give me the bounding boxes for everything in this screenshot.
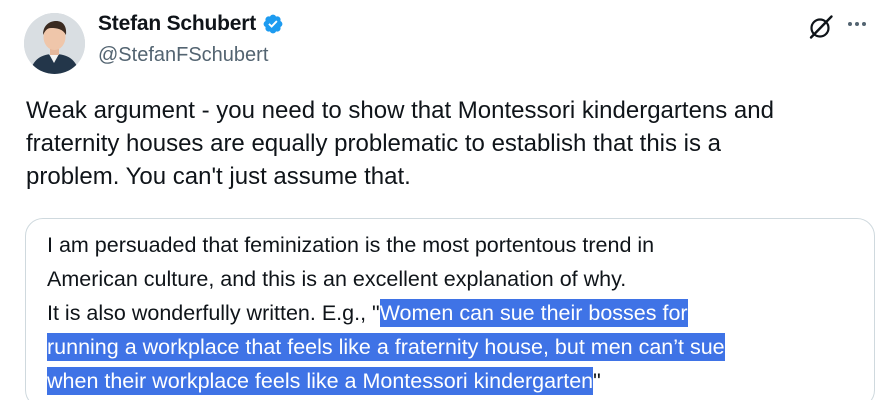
tweet: Stefan Schubert @StefanFSchubert Weak ar… bbox=[0, 0, 880, 400]
tweet-text-line: problem. You can't just assume that. bbox=[26, 163, 411, 190]
highlighted-text: when their workplace feels like a Montes… bbox=[47, 367, 594, 395]
author-display-name[interactable]: Stefan Schubert bbox=[98, 12, 256, 36]
avatar-photo-icon bbox=[24, 13, 85, 74]
quote-text-line: running a workplace that feels like a fr… bbox=[47, 330, 862, 364]
quoted-tweet-text: I am persuaded that feminization is the … bbox=[47, 228, 862, 398]
more-icon[interactable] bbox=[845, 12, 869, 36]
quote-text-line: I am persuaded that feminization is the … bbox=[47, 233, 655, 257]
quote-plain-text: " bbox=[593, 369, 601, 393]
quote-text-line: It is also wonderfully written. E.g., "W… bbox=[47, 296, 862, 330]
author-handle[interactable]: @StefanFSchubert bbox=[98, 44, 268, 67]
highlighted-text: running a workplace that feels like a fr… bbox=[47, 333, 725, 361]
verified-badge-icon bbox=[263, 14, 283, 34]
tweet-text-line: fraternity houses are equally problemati… bbox=[26, 130, 722, 157]
highlighted-text: Women can sue their bosses for bbox=[379, 299, 688, 327]
quote-text-line: American culture, and this is an excelle… bbox=[47, 267, 627, 291]
author-name-row: Stefan Schubert bbox=[98, 12, 284, 36]
quoted-tweet-card[interactable]: I am persuaded that feminization is the … bbox=[25, 218, 875, 400]
tweet-text-line: Weak argument - you need to show that Mo… bbox=[26, 97, 774, 124]
grok-icon[interactable] bbox=[808, 14, 834, 40]
quote-text-line: when their workplace feels like a Montes… bbox=[47, 364, 862, 398]
tweet-text: Weak argument - you need to show that Mo… bbox=[26, 94, 862, 193]
quote-plain-text: It is also wonderfully written. E.g., " bbox=[47, 301, 380, 325]
author-avatar[interactable] bbox=[24, 13, 85, 74]
